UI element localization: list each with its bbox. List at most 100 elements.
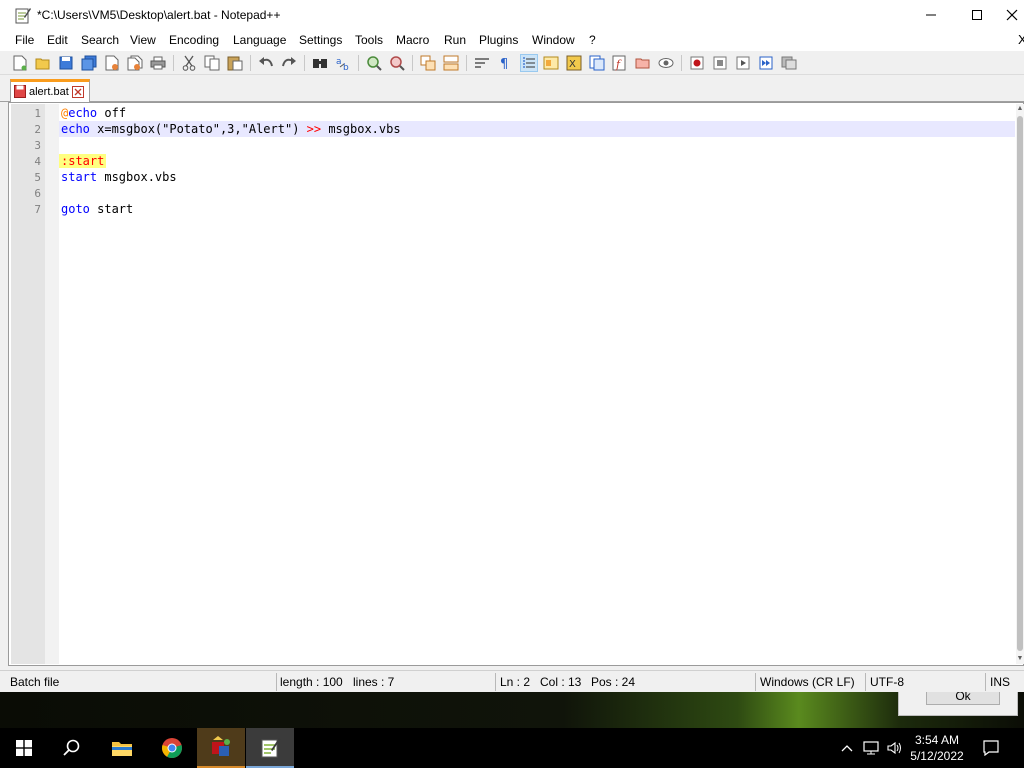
word-wrap-button[interactable] — [473, 54, 491, 72]
run-macro-multiple-button[interactable] — [757, 54, 775, 72]
taskbar-batch-app[interactable] — [197, 728, 245, 768]
stop-record-icon — [713, 56, 727, 70]
menu-plugins[interactable]: Plugins — [479, 33, 518, 47]
taskbar-search-button[interactable] — [48, 728, 96, 768]
svg-text:a: a — [336, 57, 342, 67]
fold-margin[interactable] — [45, 104, 59, 664]
volume-tray-button[interactable] — [886, 739, 904, 757]
close-file-icon — [105, 55, 119, 71]
menu-search[interactable]: Search — [81, 33, 119, 47]
status-insert-mode[interactable]: INS — [990, 675, 1010, 689]
paste-button[interactable] — [226, 54, 244, 72]
save-button[interactable] — [57, 54, 75, 72]
udl-icon — [543, 56, 559, 70]
menu-settings[interactable]: Settings — [299, 33, 342, 47]
save-macro-icon — [781, 56, 797, 70]
code-line[interactable]: goto start — [59, 201, 1015, 217]
close-window-button[interactable] — [1000, 0, 1024, 30]
print-button[interactable] — [149, 54, 167, 72]
code-line[interactable] — [59, 137, 1015, 153]
code-line[interactable]: start msgbox.vbs — [59, 169, 1015, 185]
status-eol[interactable]: Windows (CR LF) — [760, 675, 855, 689]
menu-help[interactable]: ? — [589, 33, 596, 47]
record-macro-button[interactable] — [688, 54, 706, 72]
notepadpp-window: *C:\Users\VM5\Desktop\alert.bat - Notepa… — [0, 0, 1024, 692]
stop-record-button[interactable] — [711, 54, 729, 72]
windows-taskbar: 3:54 AM 5/12/2022 — [0, 728, 1024, 768]
chrome-icon — [162, 738, 182, 759]
redo-button[interactable] — [280, 54, 298, 72]
sync-horizontal-button[interactable] — [442, 54, 460, 72]
line-number: 7 — [34, 203, 41, 216]
network-tray-button[interactable] — [862, 739, 880, 757]
indent-guide-button[interactable] — [520, 54, 538, 72]
menu-language[interactable]: Language — [233, 33, 286, 47]
notepadpp-icon — [261, 738, 281, 758]
monitoring-button[interactable] — [657, 54, 675, 72]
keyword-token: echo — [61, 122, 90, 136]
undo-button[interactable] — [257, 54, 275, 72]
scrollbar-thumb[interactable] — [1017, 116, 1023, 651]
taskbar-notepadpp[interactable] — [246, 728, 294, 768]
status-encoding[interactable]: UTF-8 — [870, 675, 904, 689]
scroll-down-icon[interactable]: ▼ — [1016, 654, 1024, 664]
doc-map-button[interactable]: X — [565, 54, 583, 72]
code-line[interactable]: :start — [59, 153, 1015, 169]
scroll-up-icon[interactable]: ▲ — [1016, 104, 1024, 114]
menu-file[interactable]: File — [15, 33, 34, 47]
tab-close-icon[interactable] — [72, 86, 84, 98]
taskbar-clock[interactable]: 3:54 AM 5/12/2022 — [904, 732, 970, 764]
sync-vertical-button[interactable] — [419, 54, 437, 72]
toolbar-separator — [173, 55, 174, 71]
show-all-chars-button[interactable]: ¶ — [496, 54, 514, 72]
code-text: msgbox.vbs — [97, 170, 177, 184]
close-document-button[interactable]: X — [1018, 32, 1024, 47]
new-file-button[interactable] — [11, 54, 29, 72]
menu-window[interactable]: Window — [532, 33, 575, 47]
save-macro-button[interactable] — [780, 54, 798, 72]
keyword-token: goto — [61, 202, 90, 216]
tab-alert-bat[interactable]: alert.bat — [10, 79, 90, 102]
zoom-in-button[interactable] — [365, 54, 383, 72]
replace-button[interactable]: ab — [334, 54, 352, 72]
copy-button[interactable] — [203, 54, 221, 72]
function-list-button[interactable]: f — [611, 54, 629, 72]
doc-map-icon: X — [566, 55, 582, 71]
close-file-button[interactable] — [103, 54, 121, 72]
vertical-scrollbar[interactable]: ▲ ▼ — [1016, 104, 1024, 664]
menu-macro[interactable]: Macro — [396, 33, 429, 47]
play-macro-icon — [736, 56, 750, 70]
maximize-button[interactable] — [954, 0, 1000, 30]
menu-view[interactable]: View — [130, 33, 156, 47]
code-line[interactable]: @echo off — [59, 105, 1015, 121]
start-button[interactable] — [0, 728, 48, 768]
notepadpp-icon — [15, 8, 31, 24]
menu-encoding[interactable]: Encoding — [169, 33, 219, 47]
print-icon — [150, 56, 166, 70]
close-all-button[interactable] — [126, 54, 144, 72]
zoom-out-button[interactable] — [388, 54, 406, 72]
code-editor[interactable]: 1 2 3 4 5 6 7 @echo off echo x=msgbox("P… — [8, 102, 1024, 666]
code-line-current[interactable]: echo x=msgbox("Potato",3,"Alert") >> msg… — [59, 121, 1015, 137]
status-separator — [865, 673, 866, 691]
doc-list-button[interactable] — [588, 54, 606, 72]
save-all-button[interactable] — [80, 54, 98, 72]
minimize-button[interactable] — [908, 0, 954, 30]
menu-run[interactable]: Run — [444, 33, 466, 47]
minimize-icon — [926, 14, 936, 16]
code-line[interactable] — [59, 185, 1015, 201]
menu-edit[interactable]: Edit — [47, 33, 68, 47]
find-button[interactable] — [311, 54, 329, 72]
menu-tools[interactable]: Tools — [355, 33, 383, 47]
show-hidden-icons-button[interactable] — [838, 739, 856, 757]
udl-button[interactable] — [542, 54, 560, 72]
open-file-button[interactable] — [34, 54, 52, 72]
taskbar-file-explorer[interactable] — [98, 728, 146, 768]
cut-button[interactable] — [180, 54, 198, 72]
status-separator — [755, 673, 756, 691]
taskbar-chrome[interactable] — [148, 728, 196, 768]
notifications-button[interactable] — [982, 739, 1000, 757]
play-macro-button[interactable] — [734, 54, 752, 72]
title-bar[interactable]: *C:\Users\VM5\Desktop\alert.bat - Notepa… — [0, 0, 1024, 30]
folder-workspace-button[interactable] — [634, 54, 652, 72]
